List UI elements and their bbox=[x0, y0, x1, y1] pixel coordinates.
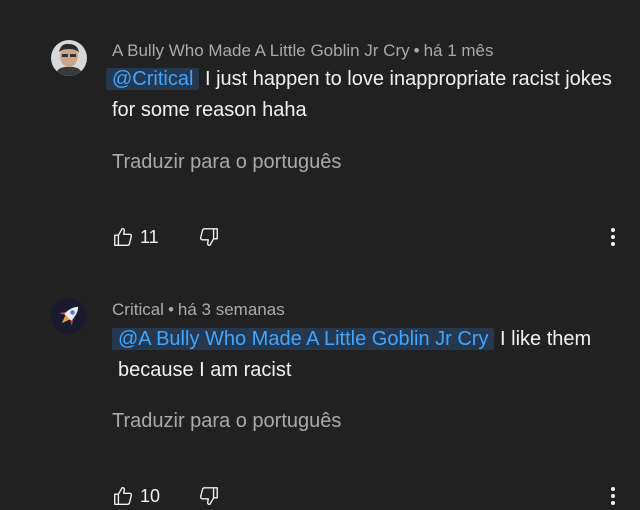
dislike-button[interactable] bbox=[198, 482, 220, 510]
thumbs-up-icon bbox=[114, 486, 133, 505]
separator: • bbox=[413, 41, 420, 60]
mention-link[interactable]: @A Bully Who Made A Little Goblin Jr Cry bbox=[112, 328, 495, 350]
comment-actions: 11 bbox=[112, 223, 632, 251]
vertical-dots-icon bbox=[611, 487, 615, 505]
translate-link[interactable]: Traduzir para o português bbox=[112, 409, 341, 433]
rocket-avatar-icon bbox=[51, 298, 87, 334]
author-name[interactable]: A Bully Who Made A Little Goblin Jr Cry bbox=[112, 41, 410, 60]
comment-header: A Bully Who Made A Little Goblin Jr Cry •… bbox=[112, 41, 494, 61]
comment-text: @Critical I just happen to love inapprop… bbox=[106, 64, 627, 126]
dislike-button[interactable] bbox=[198, 223, 220, 251]
vertical-dots-icon bbox=[611, 228, 615, 246]
comment-header: Critical • há 3 semanas bbox=[112, 300, 285, 320]
person-photo-avatar-icon bbox=[51, 40, 87, 76]
comment-actions: 10 bbox=[112, 482, 632, 510]
avatar[interactable] bbox=[51, 40, 87, 76]
like-count: 10 bbox=[140, 485, 161, 506]
comment-text: @A Bully Who Made A Little Goblin Jr Cry… bbox=[112, 324, 627, 386]
like-button[interactable]: 10 bbox=[112, 482, 160, 510]
like-count: 11 bbox=[140, 226, 159, 247]
more-options-button[interactable] bbox=[606, 482, 620, 510]
like-button[interactable]: 11 bbox=[112, 223, 159, 251]
more-options-button[interactable] bbox=[606, 223, 620, 251]
separator: • bbox=[167, 300, 174, 319]
thumbs-down-icon bbox=[199, 228, 218, 247]
thumbs-up-icon bbox=[114, 227, 133, 246]
author-name[interactable]: Critical bbox=[112, 300, 164, 319]
thumbs-down-icon bbox=[199, 487, 218, 506]
timestamp[interactable]: há 1 mês bbox=[424, 41, 494, 60]
translate-link[interactable]: Traduzir para o português bbox=[112, 150, 341, 174]
timestamp[interactable]: há 3 semanas bbox=[178, 300, 285, 319]
avatar[interactable] bbox=[51, 298, 87, 334]
mention-link[interactable]: @Critical bbox=[106, 68, 200, 90]
